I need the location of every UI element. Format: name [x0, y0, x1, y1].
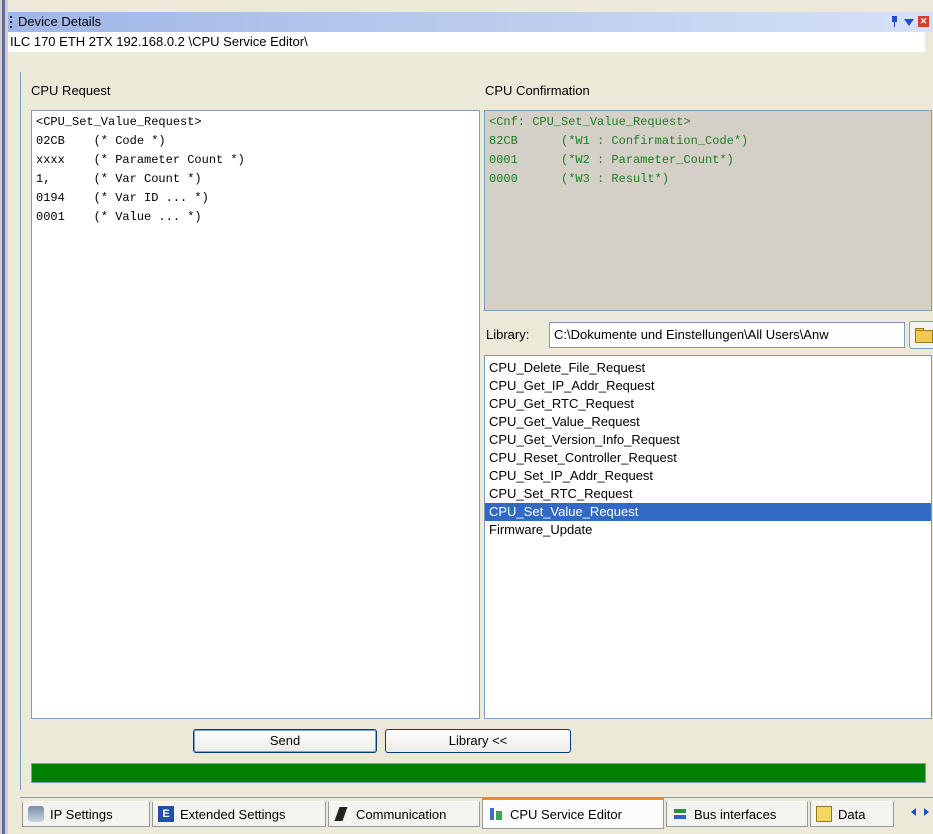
tab-label: Communication [356, 806, 447, 822]
confirmation-line: 82CB (*W1 : Confirmation_Code*) [489, 134, 749, 148]
progress-bar [31, 763, 926, 783]
grip-icon[interactable] [10, 16, 13, 28]
cpu-confirmation-label: CPU Confirmation [485, 83, 590, 98]
data-icon [816, 806, 832, 822]
request-line: <CPU_Set_Value_Request> [36, 115, 202, 129]
send-button[interactable]: Send [193, 729, 377, 753]
library-toggle-button[interactable]: Library << [385, 729, 571, 753]
request-line: 0001 (* Value ... *) [36, 210, 202, 224]
cpu-service-editor-panel: CPU Request CPU Confirmation <CPU_Set_Va… [20, 72, 933, 790]
library-item[interactable]: CPU_Delete_File_Request [485, 359, 931, 377]
tab-data[interactable]: Data [810, 801, 894, 827]
dropdown-arrow-icon[interactable] [904, 19, 914, 26]
confirmation-line: <Cnf: CPU_Set_Value_Request> [489, 115, 691, 129]
tab-label: IP Settings [50, 806, 113, 822]
library-item[interactable]: CPU_Get_IP_Addr_Request [485, 377, 931, 395]
tab-bus-interfaces[interactable]: Bus interfaces [666, 801, 808, 827]
request-line: xxxx (* Parameter Count *) [36, 153, 245, 167]
device-path: ILC 170 ETH 2TX 192.168.0.2 \CPU Service… [8, 32, 925, 52]
tab-communication[interactable]: Communication [328, 801, 480, 827]
communication-icon [334, 806, 350, 822]
scroll-right-icon[interactable] [924, 808, 929, 816]
tab-extended-settings[interactable]: E Extended Settings [152, 801, 326, 827]
tab-bar: IP Settings E Extended Settings Communica… [20, 797, 933, 832]
pin-icon[interactable] [890, 15, 900, 28]
dock-line [2, 0, 5, 834]
library-label: Library: [486, 327, 530, 342]
cpu-request-textarea[interactable]: <CPU_Set_Value_Request> 02CB (* Code *) xx… [31, 110, 480, 719]
library-item-selected[interactable]: CPU_Set_Value_Request [485, 503, 931, 521]
confirmation-line: 0001 (*W2 : Parameter_Count*) [489, 153, 734, 167]
cpu-service-icon [488, 806, 504, 822]
network-icon [28, 806, 44, 822]
library-list[interactable]: CPU_Delete_File_Request CPU_Get_IP_Addr_… [484, 355, 932, 719]
close-icon[interactable]: ✕ [918, 16, 929, 27]
tab-label: Bus interfaces [694, 806, 777, 822]
library-item[interactable]: Firmware_Update [485, 521, 931, 539]
library-item[interactable]: CPU_Set_IP_Addr_Request [485, 467, 931, 485]
tab-cpu-service-editor[interactable]: CPU Service Editor [482, 798, 664, 829]
bus-interfaces-icon [672, 806, 688, 822]
browse-folder-button[interactable] [909, 321, 933, 349]
request-line: 02CB (* Code *) [36, 134, 166, 148]
dock-strip [0, 0, 8, 834]
tab-ip-settings[interactable]: IP Settings [22, 801, 150, 827]
tab-label: CPU Service Editor [510, 806, 622, 822]
library-item[interactable]: CPU_Reset_Controller_Request [485, 449, 931, 467]
library-item[interactable]: CPU_Get_RTC_Request [485, 395, 931, 413]
tab-label: Data [838, 806, 866, 822]
cpu-confirmation-textarea[interactable]: <Cnf: CPU_Set_Value_Request> 82CB (*W1 : … [484, 110, 932, 311]
library-item[interactable]: CPU_Set_RTC_Request [485, 485, 931, 503]
confirmation-line: 0000 (*W3 : Result*) [489, 172, 670, 186]
library-path-field[interactable]: C:\Dokumente und Einstellungen\All Users… [549, 322, 905, 348]
library-item[interactable]: CPU_Get_Version_Info_Request [485, 431, 931, 449]
panel-titlebar: Device Details ✕ [8, 12, 933, 32]
request-line: 0194 (* Var ID ... *) [36, 191, 209, 205]
library-item[interactable]: CPU_Get_Value_Request [485, 413, 931, 431]
tab-label: Extended Settings [180, 806, 286, 822]
extended-settings-icon: E [158, 806, 174, 822]
scroll-left-icon[interactable] [911, 808, 916, 816]
tab-scroll-arrows [911, 808, 929, 816]
panel-title: Device Details [18, 14, 102, 29]
cpu-request-label: CPU Request [31, 83, 111, 98]
request-line: 1, (* Var Count *) [36, 172, 202, 186]
